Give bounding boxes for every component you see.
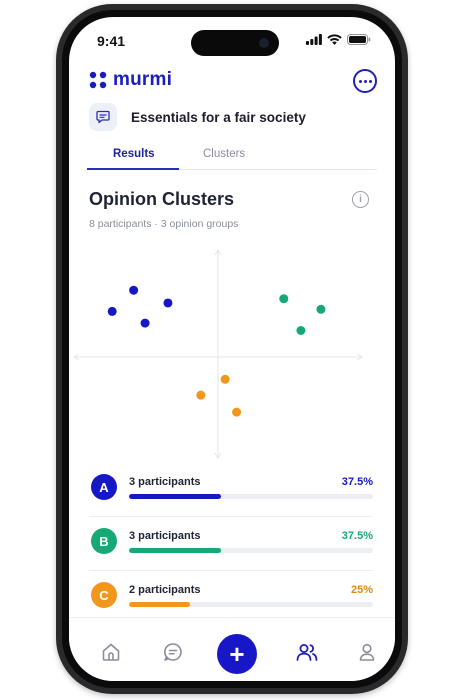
nav-profile[interactable] xyxy=(355,640,379,664)
participant-point-group-b[interactable] xyxy=(296,326,306,335)
group-percent: 37.5% xyxy=(341,530,373,542)
phone-bezel: 9:41 murmi Essentials for a fair society… xyxy=(62,10,402,688)
tab-bar: Results Clusters xyxy=(87,143,377,170)
participant-point-group-a[interactable] xyxy=(129,285,139,295)
group-percent: 25% xyxy=(350,584,373,596)
tab-clusters[interactable]: Clusters xyxy=(203,148,245,160)
dynamic-island xyxy=(191,30,279,56)
group-progress-track xyxy=(129,548,373,553)
participant-point-group-b[interactable] xyxy=(316,304,326,314)
add-icon: + xyxy=(229,639,245,669)
group-list: A 3 participants 37.5% B 3 participants … xyxy=(89,463,373,624)
opinion-cluster-plot xyxy=(73,249,363,459)
murmi-logo-icon xyxy=(89,71,107,89)
group-progress-fill xyxy=(129,602,190,607)
group-row-a[interactable]: A 3 participants 37.5% xyxy=(89,463,373,517)
y-axis xyxy=(214,249,222,459)
more-options-button[interactable] xyxy=(353,69,377,93)
battery-icon xyxy=(347,34,371,45)
participant-point-group-c[interactable] xyxy=(196,390,206,400)
wifi-icon xyxy=(327,34,342,45)
nav-chat[interactable] xyxy=(161,640,185,664)
signal-icon xyxy=(306,34,322,45)
status-time: 9:41 xyxy=(97,33,126,49)
more-dot-icon xyxy=(363,79,367,83)
chat-icon xyxy=(164,643,182,661)
camera-icon xyxy=(259,38,269,48)
group-count: 3 participants xyxy=(129,476,201,488)
people-icon xyxy=(296,644,318,661)
participant-point-group-c[interactable] xyxy=(220,374,230,384)
brand-logo[interactable]: murmi xyxy=(89,69,172,91)
group-progress-track xyxy=(129,494,373,499)
group-count: 3 participants xyxy=(129,530,201,542)
conversation-title: Essentials for a fair society xyxy=(131,109,306,125)
bottom-nav: + xyxy=(69,617,395,681)
status-icons xyxy=(306,34,371,45)
nav-people[interactable] xyxy=(295,640,319,664)
active-tab-indicator xyxy=(87,168,179,170)
conversation-icon xyxy=(89,103,117,131)
group-progress-fill xyxy=(129,494,221,499)
phone-frame: 9:41 murmi Essentials for a fair society… xyxy=(56,4,408,694)
participant-point-group-b[interactable] xyxy=(279,294,289,304)
group-count: 2 participants xyxy=(129,584,201,596)
more-dot-icon xyxy=(368,79,372,83)
participant-point-group-c[interactable] xyxy=(232,407,242,417)
section-title: Opinion Clusters xyxy=(89,189,235,209)
app-name: murmi xyxy=(113,69,173,90)
more-dot-icon xyxy=(358,79,362,83)
home-icon xyxy=(102,643,120,661)
profile-icon xyxy=(359,643,375,661)
group-progress-track xyxy=(129,602,373,607)
group-badge: A xyxy=(91,474,117,500)
data-points xyxy=(107,285,326,417)
group-row-b[interactable]: B 3 participants 37.5% xyxy=(89,517,373,571)
app-screen: 9:41 murmi Essentials for a fair society… xyxy=(69,17,395,681)
nav-home[interactable] xyxy=(99,640,123,664)
add-button[interactable]: + xyxy=(217,634,257,674)
participant-point-group-a[interactable] xyxy=(107,306,117,316)
group-progress-fill xyxy=(129,548,221,553)
conversation-header[interactable]: Essentials for a fair society xyxy=(89,103,306,131)
group-percent: 37.5% xyxy=(341,476,373,488)
section-subtitle: 8 participants · 3 opinion groups xyxy=(89,218,239,230)
info-icon[interactable]: i xyxy=(352,191,369,208)
message-square-icon xyxy=(96,110,110,124)
participant-point-group-a[interactable] xyxy=(140,318,150,328)
group-badge: C xyxy=(91,582,117,608)
tab-results[interactable]: Results xyxy=(113,148,155,160)
participant-point-group-a[interactable] xyxy=(163,298,173,308)
group-badge: B xyxy=(91,528,117,554)
